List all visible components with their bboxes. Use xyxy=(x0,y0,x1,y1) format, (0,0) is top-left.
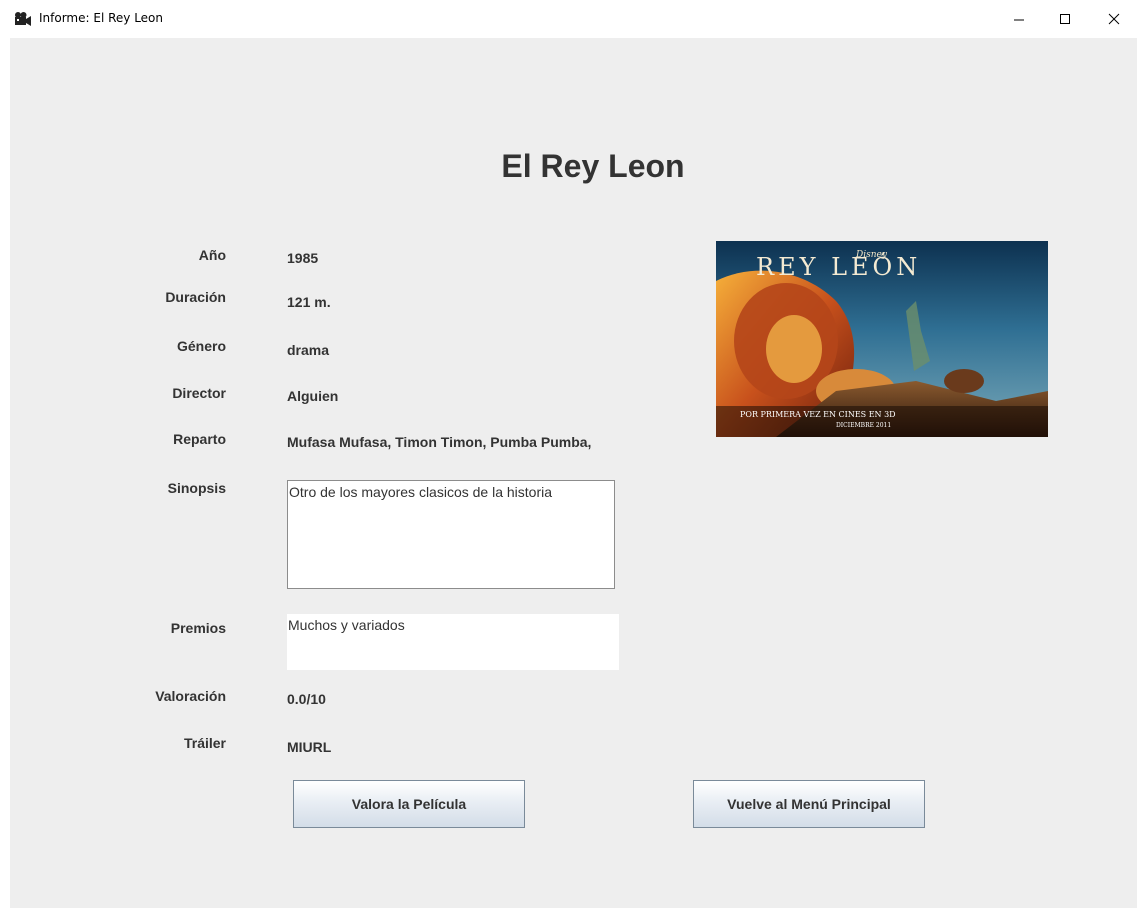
duration-label: Duración xyxy=(165,289,226,305)
cast-value: Mufasa Mufasa, Timon Timon, Pumba Pumba, xyxy=(287,434,592,450)
cast-label: Reparto xyxy=(173,431,226,447)
trailer-label: Tráiler xyxy=(183,735,226,751)
genre-label: Género xyxy=(176,338,226,354)
synopsis-textarea[interactable]: Otro de los mayores clasicos de la histo… xyxy=(287,480,615,589)
trailer-value: MIURL xyxy=(287,739,332,755)
poster-date: DICIEMBRE 2011 xyxy=(836,422,891,429)
close-icon xyxy=(1108,13,1120,25)
awards-label: Premios xyxy=(170,620,226,636)
back-to-main-menu-button[interactable]: Vuelve al Menú Principal xyxy=(693,780,925,828)
close-button[interactable] xyxy=(1091,0,1137,38)
maximize-button[interactable] xyxy=(1042,0,1088,38)
movie-title: El Rey Leon xyxy=(501,148,685,184)
duration-value: 121 m. xyxy=(287,294,331,310)
window-titlebar: Informe: El Rey Leon xyxy=(0,0,1137,38)
director-label: Director xyxy=(172,385,226,401)
minimize-button[interactable] xyxy=(996,0,1042,38)
synopsis-label: Sinopsis xyxy=(167,480,226,496)
window-title: Informe: El Rey Leon xyxy=(39,11,163,25)
poster-title-text: REY LEÓN xyxy=(756,252,921,281)
rate-movie-button[interactable]: Valora la Película xyxy=(293,780,525,828)
report-panel: El Rey Leon Año 1985 Duración 121 m. Gén… xyxy=(10,38,1137,908)
rating-value: 0.0/10 xyxy=(287,691,326,707)
year-label: Año xyxy=(198,247,226,263)
minimize-icon xyxy=(1014,19,1024,21)
awards-textarea[interactable]: Muchos y variados xyxy=(287,614,619,670)
movie-poster: Disney REY LEÓN POR PRIMERA VEZ EN CINES… xyxy=(716,241,1048,437)
film-camera-icon xyxy=(15,12,31,26)
poster-tagline: POR PRIMERA VEZ EN CINES EN 3D xyxy=(740,410,896,419)
rating-label: Valoración xyxy=(155,688,226,704)
genre-value: drama xyxy=(287,342,330,358)
director-value: Alguien xyxy=(287,388,339,404)
maximize-icon xyxy=(1060,14,1070,24)
year-value: 1985 xyxy=(287,250,319,266)
